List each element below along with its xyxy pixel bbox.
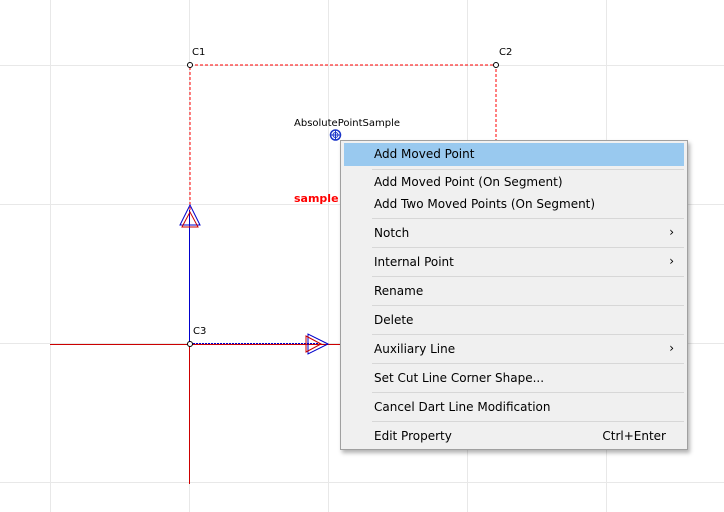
menu-item-label: Add Moved Point (On Segment) [374, 175, 563, 189]
point-c1-marker[interactable] [187, 62, 193, 68]
chevron-right-icon: › [669, 341, 674, 355]
menu-separator [372, 421, 684, 422]
piece-name-label: sample [294, 192, 339, 205]
menu-item-label: Edit Property [374, 429, 452, 443]
menu-item-label: Rename [374, 284, 424, 298]
menu-item-label: Internal Point [374, 255, 454, 269]
point-label-c2: C2 [499, 47, 513, 58]
point-c2-marker[interactable] [493, 62, 499, 68]
menu-item-internal-point[interactable]: Internal Point › [344, 251, 684, 274]
menu-item-add-two-moved-points[interactable]: Add Two Moved Points (On Segment) [344, 193, 684, 216]
point-label-c3: C3 [193, 326, 207, 337]
menu-item-label: Cancel Dart Line Modification [374, 400, 551, 414]
menu-separator [372, 334, 684, 335]
menu-item-label: Add Moved Point [374, 147, 475, 161]
menu-separator [372, 392, 684, 393]
absolute-point-marker[interactable] [329, 129, 342, 141]
menu-item-label: Add Two Moved Points (On Segment) [374, 197, 596, 211]
menu-separator [372, 363, 684, 364]
menu-item-label: Set Cut Line Corner Shape... [374, 371, 545, 385]
menu-item-rename[interactable]: Rename [344, 280, 684, 303]
menu-separator [372, 247, 684, 248]
menu-item-cancel-dart-line-modification[interactable]: Cancel Dart Line Modification [344, 396, 684, 419]
menu-item-label: Notch [374, 226, 410, 240]
menu-item-notch[interactable]: Notch › [344, 222, 684, 245]
menu-item-set-cut-line-corner-shape[interactable]: Set Cut Line Corner Shape... [344, 367, 684, 390]
chevron-right-icon: › [669, 254, 674, 268]
chevron-right-icon: › [669, 225, 674, 239]
menu-item-edit-property[interactable]: Edit Property Ctrl+Enter [344, 425, 684, 448]
context-menu: Add Moved Point Add Moved Point (On Segm… [340, 140, 688, 450]
point-label-absolute: AbsolutePointSample [294, 118, 401, 129]
menu-separator [372, 276, 684, 277]
menu-item-add-moved-point[interactable]: Add Moved Point [344, 143, 684, 166]
menu-separator [372, 218, 684, 219]
shortcut-label: Ctrl+Enter [602, 429, 666, 443]
menu-item-label: Auxiliary Line [374, 342, 456, 356]
menu-item-delete[interactable]: Delete [344, 309, 684, 332]
point-c3-marker[interactable] [187, 341, 193, 347]
menu-item-label: Delete [374, 313, 414, 327]
menu-separator [372, 305, 684, 306]
menu-separator [372, 169, 684, 170]
menu-item-auxiliary-line[interactable]: Auxiliary Line › [344, 338, 684, 361]
menu-item-add-moved-point-on-segment[interactable]: Add Moved Point (On Segment) [344, 171, 684, 194]
point-label-c1: C1 [192, 47, 206, 58]
